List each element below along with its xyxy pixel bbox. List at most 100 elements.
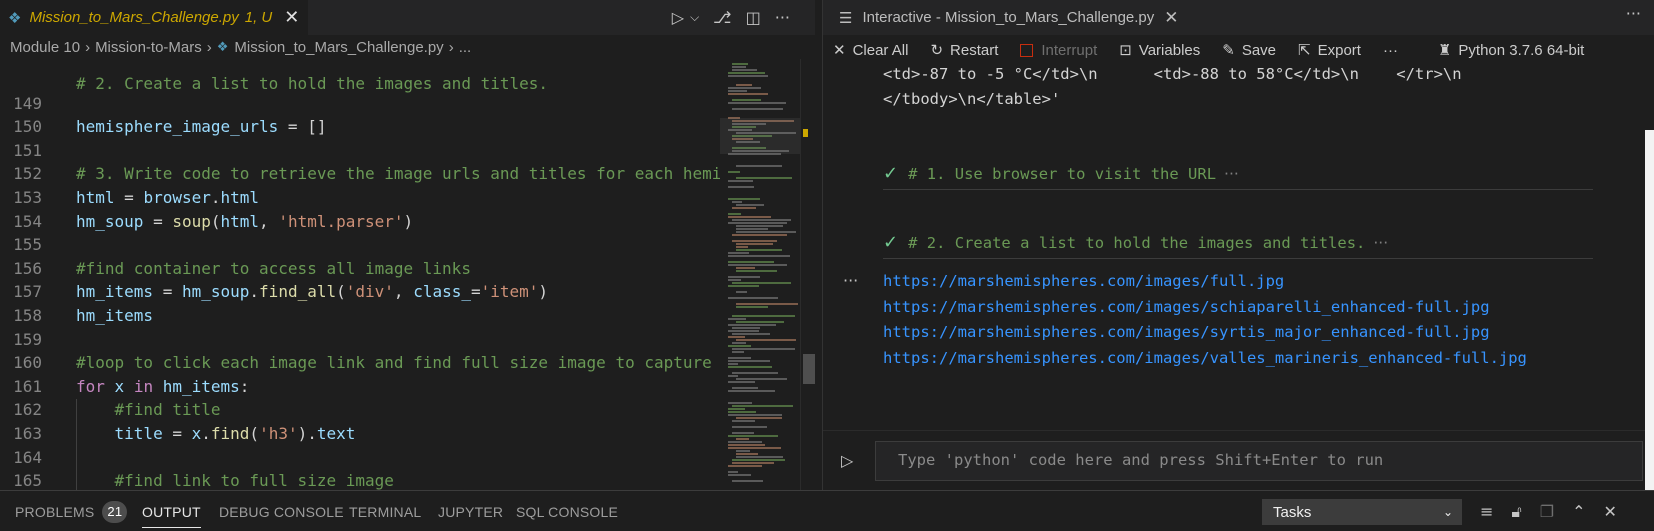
minimap-slider[interactable] [720,118,800,154]
variables-label: Variables [1138,41,1201,59]
output-link[interactable]: https://marshemispheres.com/images/full.… [883,272,1284,290]
minimap-line [732,315,795,317]
minimap-line [736,246,748,248]
minimap-line [732,432,754,434]
tab-output[interactable]: OUTPUT [142,491,201,531]
minimap-line [732,282,791,284]
tab-terminal[interactable]: TERMINAL [349,491,421,531]
minimap-line [728,276,760,278]
code-line: 153 hm_soup = soup(html, 'html.parser') [0,162,720,231]
minimap-line [736,225,783,227]
interactive-output[interactable]: <td>-87 to -5 °C</td>\n <td>-88 to 58°C<… [823,65,1654,430]
close-icon[interactable]: ✕ [1164,8,1178,28]
check-icon: ✓ [883,232,899,253]
close-icon[interactable]: ✕ [1604,502,1617,521]
minimap-line [732,372,778,374]
split-editor-icon[interactable]: ◫ [746,8,761,27]
scrollbar-thumb[interactable] [803,354,815,384]
python-kernel-icon: ♜ [1437,41,1452,59]
minimap-line [732,342,746,344]
output-link[interactable]: https://marshemispheres.com/images/valle… [883,349,1527,367]
minimap-line [736,177,792,179]
minimap-line [736,453,758,455]
interactive-window: ☰ Interactive - Mission_to_Mars_Challeng… [822,0,1654,490]
maximize-panel-icon[interactable]: ⌃ [1572,502,1585,521]
save-button[interactable]: ✎ Save [1222,41,1276,59]
minimap-line [732,66,746,68]
minimap-line [736,267,755,269]
minimap-line [732,462,774,464]
minimap-line [728,390,775,392]
clear-all-button[interactable]: ✕ Clear All [833,41,908,59]
code-line: 156 hm_items = hm_soup.find_all('div', c… [0,233,720,302]
minimap-line [728,336,745,338]
code-line: 165 url = x.find('a')['href'] [0,446,720,490]
restart-icon: ↻ [930,41,944,59]
interactive-window-icon: ☰ [839,8,853,27]
clear-output-icon[interactable]: ≡ [1480,502,1493,521]
stop-icon [1020,43,1034,57]
run-file-icon[interactable]: ▷ [672,8,684,27]
minimap-line [736,306,768,308]
more-actions-icon[interactable]: ··· [1626,4,1641,23]
minimap-line [732,219,791,221]
output-text: <td>-87 to -5 °C</td>\n <td>-88 to 58°C<… [883,65,1462,83]
collapsed-cell[interactable]: ✓ # 1. Use browser to visit the URL ··· [883,163,1239,184]
minimap-line [728,444,765,446]
lock-icon[interactable]: 🔓︎ [1511,502,1521,522]
output-channel-select[interactable]: Tasks ⌄ [1262,499,1462,525]
run-dropdown-icon[interactable]: ⌵ [690,10,699,25]
code-line: 157 hm_items [0,257,720,325]
code-area[interactable]: # 2. Create a list to hold the images an… [0,59,720,490]
breadcrumb-item[interactable]: Mission_to_Mars_Challenge.py [234,39,443,56]
tab-debug-console[interactable]: DEBUG CONSOLE [219,491,344,531]
variables-icon: ⊡ [1119,41,1132,59]
interactive-tab[interactable]: ☰ Interactive - Mission_to_Mars_Challeng… [823,0,1203,35]
restart-button[interactable]: ↻ Restart [930,41,998,59]
tab-problems[interactable]: PROBLEMS 21 [15,491,128,531]
minimap-line [728,198,760,200]
minimap-line [728,186,754,188]
kernel-picker[interactable]: ♜ Python 3.7.6 64-bit [1438,41,1584,59]
breadcrumb-item[interactable]: Module 10 [10,39,80,56]
minimap-line [728,360,770,362]
save-icon: ✎ [1222,41,1235,59]
tab-jupyter[interactable]: JUPYTER [438,491,503,531]
close-icon[interactable]: ✕ [284,7,299,28]
expand-icon[interactable]: ··· [1224,165,1239,183]
save-label: Save [1241,41,1277,59]
breadcrumb-item[interactable]: ... [459,39,472,56]
minimap-line [732,348,795,350]
minimap-line [736,438,749,440]
cell-divider [883,189,1593,190]
run-cell-icon[interactable]: ▷ [841,451,859,470]
window-edge [1645,130,1654,490]
open-log-icon[interactable]: ❐ [1540,502,1554,521]
minimap-line [728,93,768,95]
export-button[interactable]: ⇱ Export [1298,41,1361,59]
open-changes-icon[interactable]: ⎇ [713,8,731,27]
variables-button[interactable]: ⊡ Variables [1119,41,1200,59]
output-link[interactable]: https://marshemispheres.com/images/schia… [883,298,1490,316]
toolbar-more-button[interactable]: ··· [1383,42,1398,59]
minimap-line [736,378,787,380]
code-input[interactable]: Type 'python' code here and press Shift+… [875,441,1643,481]
tab-sql-console[interactable]: SQL CONSOLE [516,491,618,531]
editor-scrollbar[interactable] [800,59,815,490]
minimap-line [728,222,787,224]
minimap-line [728,408,745,410]
tab-label: DEBUG CONSOLE [219,503,344,520]
output-link[interactable]: https://marshemispheres.com/images/syrti… [883,323,1490,341]
cell-output-menu-icon[interactable]: ··· [843,271,858,290]
more-actions-icon[interactable]: ··· [775,8,790,27]
editor-tab[interactable]: ❖ Mission_to_Mars_Challenge.py 1, U ✕ [0,0,308,35]
select-value: Tasks [1273,503,1312,521]
minimap-line [728,345,751,347]
minimap-line [728,441,762,443]
breadcrumb-item[interactable]: Mission-to-Mars [95,39,202,56]
problems-count-badge: 21 [102,500,128,523]
collapsed-cell[interactable]: ✓ # 2. Create a list to hold the images … [883,232,1388,253]
expand-icon[interactable]: ··· [1373,234,1388,252]
interrupt-button[interactable]: Interrupt [1020,42,1097,59]
editor-tab-title: Mission_to_Mars_Challenge.py [29,9,239,26]
